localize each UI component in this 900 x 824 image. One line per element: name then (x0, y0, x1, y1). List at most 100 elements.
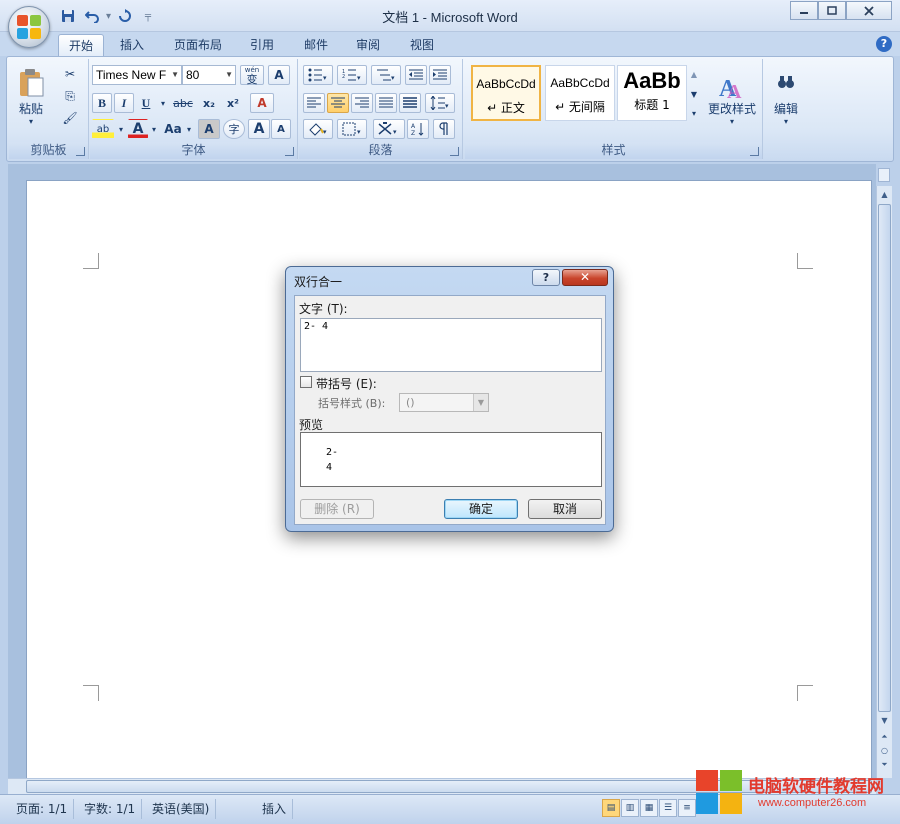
phonetic-guide-button[interactable]: wén 变 (240, 65, 264, 85)
highlight-dropdown-icon[interactable]: ▾ (116, 119, 126, 139)
bullets-icon[interactable]: ▾ (303, 65, 333, 85)
svg-text:▾: ▾ (445, 102, 449, 110)
bracket-checkbox[interactable] (300, 376, 312, 388)
paragraph-launcher-icon[interactable] (450, 147, 459, 156)
copy-icon[interactable]: ⎘ (61, 87, 79, 105)
minimize-button[interactable] (790, 1, 818, 20)
cancel-button[interactable]: 取消 (528, 499, 602, 519)
cut-icon[interactable]: ✂ (61, 65, 79, 83)
styles-more-icon[interactable]: ▾ (687, 105, 701, 121)
style-heading-1-name: 标题 1 (634, 98, 670, 112)
style-normal[interactable]: AaBbCcDd ↵ 正文 (471, 65, 541, 121)
full-screen-reading-view-icon[interactable]: ▥ (621, 799, 639, 817)
distributed-icon[interactable] (399, 93, 421, 113)
dialog-close-button[interactable]: ✕ (562, 269, 608, 286)
tab-mailings[interactable]: 邮件 (294, 34, 338, 56)
numbering-icon[interactable]: 1 2 ▾ (337, 65, 367, 85)
vertical-scroll-thumb[interactable] (878, 204, 891, 712)
line-spacing-icon[interactable]: ▾ (425, 93, 455, 113)
format-painter-icon[interactable]: 🖌 (61, 109, 79, 127)
vertical-scrollbar[interactable]: ▲ ▼ ⏶ ○ ⏷ (876, 186, 892, 778)
underline-button[interactable]: U (136, 93, 156, 113)
help-icon[interactable]: ? (876, 36, 892, 52)
font-color-button[interactable]: A (128, 119, 148, 139)
outline-view-icon[interactable]: ☰ (659, 799, 677, 817)
align-left-icon[interactable] (303, 93, 325, 113)
subscript-button[interactable]: x₂ (198, 93, 220, 113)
style-no-spacing[interactable]: AaBbCcDd ↵ 无间隔 (545, 65, 615, 121)
increase-indent-icon[interactable] (429, 65, 451, 85)
show-marks-icon[interactable] (433, 119, 455, 139)
draft-view-icon[interactable]: ≡ (678, 799, 696, 817)
tab-review[interactable]: 审阅 (346, 34, 390, 56)
tab-references[interactable]: 引用 (240, 34, 284, 56)
change-styles-button[interactable]: AA 更改样式 ▾ (705, 65, 759, 135)
char-border-button[interactable]: A (268, 65, 290, 85)
bold-button[interactable]: B (92, 93, 112, 113)
maximize-button[interactable] (818, 1, 846, 20)
shrink-font-button[interactable]: A (271, 119, 291, 139)
paste-button[interactable]: 粘贴 ▾ (13, 63, 49, 131)
office-button[interactable] (8, 6, 50, 48)
scroll-down-icon[interactable]: ▼ (878, 714, 891, 728)
status-page[interactable]: 页面: 1/1 (10, 799, 75, 819)
change-case-button[interactable]: Aa (162, 119, 184, 139)
font-name-combo[interactable]: Times New F ▼ (92, 65, 182, 85)
status-insert-mode[interactable]: 插入 (256, 799, 294, 819)
tab-page-layout[interactable]: 页面布局 (164, 34, 232, 56)
decrease-indent-icon[interactable] (405, 65, 427, 85)
enclose-characters-button[interactable]: 字 (223, 119, 245, 139)
bracket-style-select[interactable]: () ▼ (399, 393, 489, 412)
font-launcher-icon[interactable] (285, 147, 294, 156)
select-browse-object-icon[interactable]: ○ (878, 744, 891, 758)
chinese-layout-icon[interactable]: ▾ (373, 119, 405, 139)
underline-dropdown-icon[interactable]: ▾ (158, 93, 168, 113)
change-case-dropdown-icon[interactable]: ▾ (184, 119, 194, 139)
grow-font-button[interactable]: A (248, 119, 270, 139)
highlight-button[interactable]: ab (92, 119, 114, 139)
tab-insert[interactable]: 插入 (110, 34, 154, 56)
styles-launcher-icon[interactable] (750, 147, 759, 156)
justify-icon[interactable] (375, 93, 397, 113)
close-button[interactable] (846, 1, 892, 20)
strikethrough-button[interactable]: abc (170, 93, 196, 113)
dialog-body: 文字 (T): 2- 4 带括号 (E): 括号样式 (B): () ▼ 预览 … (294, 295, 606, 525)
crop-mark-bottom-left (83, 685, 99, 701)
view-ruler-icon[interactable] (878, 168, 890, 182)
crop-mark-bottom-right (797, 685, 813, 701)
align-right-icon[interactable] (351, 93, 373, 113)
delete-button[interactable]: 删除 (R) (300, 499, 374, 519)
scroll-up-icon[interactable]: ▲ (878, 188, 891, 202)
italic-button[interactable]: I (114, 93, 134, 113)
shading-icon[interactable]: ▾ (303, 119, 333, 139)
clear-formatting-button[interactable]: A (250, 93, 274, 113)
styles-scroll-up-icon[interactable]: ▲ (687, 65, 701, 83)
clipboard-launcher-icon[interactable] (76, 147, 85, 156)
align-center-icon[interactable] (327, 93, 349, 113)
styles-scroll-down-icon[interactable]: ▼ (687, 85, 701, 103)
superscript-button[interactable]: x² (222, 93, 244, 113)
borders-icon[interactable]: ▾ (337, 119, 367, 139)
tab-home[interactable]: 开始 (58, 34, 105, 56)
print-layout-view-icon[interactable]: ▤ (602, 799, 620, 817)
ok-button[interactable]: 确定 (444, 499, 518, 519)
editing-button[interactable]: 编辑 ▾ (767, 61, 805, 139)
previous-page-icon[interactable]: ⏶ (878, 730, 891, 744)
text-input[interactable]: 2- 4 (300, 318, 602, 372)
sort-icon[interactable]: AZ (407, 119, 429, 139)
char-shading-button[interactable]: A (198, 119, 220, 139)
dialog-help-button[interactable]: ? (532, 269, 560, 286)
style-heading-1[interactable]: AaBb 标题 1 (617, 65, 687, 121)
web-layout-view-icon[interactable]: ▦ (640, 799, 658, 817)
font-color-dropdown-icon[interactable]: ▾ (149, 119, 159, 139)
bracket-style-arrow-icon[interactable]: ▼ (473, 394, 488, 411)
ribbon-tab-bar: 开始 插入 页面布局 引用 邮件 审阅 视图 ? (0, 32, 900, 56)
font-size-arrow-icon[interactable]: ▼ (225, 66, 233, 84)
font-size-combo[interactable]: 80 ▼ (182, 65, 236, 85)
font-name-value: Times New F (96, 68, 167, 82)
status-word-count[interactable]: 字数: 1/1 (78, 799, 143, 819)
status-language[interactable]: 英语(美国) (146, 799, 217, 819)
tab-view[interactable]: 视图 (400, 34, 444, 56)
font-name-arrow-icon[interactable]: ▼ (171, 66, 179, 84)
multilevel-list-icon[interactable]: ▾ (371, 65, 401, 85)
